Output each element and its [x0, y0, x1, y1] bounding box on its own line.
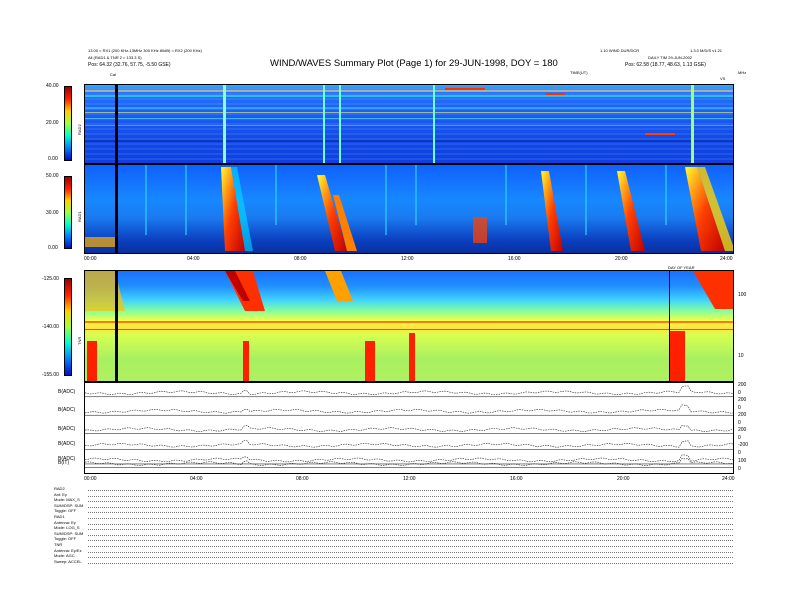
footer-dotted-line — [88, 490, 733, 491]
rad2-colorbar-tick: 0.00 — [48, 156, 58, 162]
footer-dotted-line — [88, 529, 733, 531]
trace-right-tick: 0 — [738, 435, 741, 441]
traces-x-tick: 00:00 — [84, 476, 97, 482]
trace-right-tick: 200 — [738, 382, 747, 388]
trace-line — [85, 404, 733, 414]
vs-label: VS — [720, 76, 726, 81]
footer-dotted-line — [88, 562, 733, 564]
tnr-colorbar-tick: -125.00 — [42, 276, 59, 282]
trace-line — [85, 424, 733, 432]
tnr-colorbar-tick: -140.00 — [42, 324, 59, 330]
trace-label: B(ADC) — [58, 407, 76, 414]
traces-x-tick: 08:00 — [296, 476, 309, 482]
rad1-colorbar-tick: 50.00 — [46, 173, 59, 179]
traces-x-tick: 20:00 — [617, 476, 630, 482]
traces-x-tick: 12:00 — [403, 476, 416, 482]
traces-x-tick: 24:00 — [722, 476, 735, 482]
rad1-x-tick: 16:00 — [508, 256, 521, 262]
trace-right-tick: 200 — [738, 412, 747, 418]
rad1-colorbar — [64, 176, 72, 249]
footer-dotted-line — [88, 512, 733, 514]
footer-dotted-line — [88, 523, 733, 525]
rad1-x-tick: 00:00 — [84, 256, 97, 262]
footer-dotted-line — [88, 506, 733, 508]
rad2-colorbar — [64, 86, 72, 161]
header-info-line2: All (RAD1 & TNR 2 = 133.3 S) — [88, 55, 142, 60]
tnr-label: TNR — [77, 336, 82, 345]
rad2-spectrogram — [84, 84, 734, 164]
header-info-right1: 1.10 WIND DUR/DCR — [600, 48, 640, 53]
page-title: WIND/WAVES Summary Plot (Page 1) for 29-… — [270, 58, 558, 69]
footer-dotted-line — [88, 540, 733, 542]
trace-right-tick: 0 — [738, 450, 741, 456]
traces-x-tick: 04:00 — [190, 476, 203, 482]
trace-right-tick: 100 — [738, 458, 747, 464]
trace-label: B(ADC) — [58, 441, 76, 448]
footer-dotted-line — [88, 518, 733, 519]
rad2-features — [85, 85, 733, 163]
tnr-colorbar-tick: -155.00 — [42, 372, 59, 378]
spacecraft-position-right: Pos: 62.58 (18.77, 48.63, 1.13 GSE) — [625, 62, 706, 68]
cal-label: Cal — [110, 72, 117, 77]
rad1-features — [85, 165, 733, 253]
rad1-spectrogram — [84, 164, 734, 254]
rad1-x-tick: 04:00 — [187, 256, 200, 262]
footer-dotted-line — [88, 495, 733, 497]
rad1-x-tick: 20:00 — [615, 256, 628, 262]
trace-right-tick: -200 — [738, 442, 749, 448]
trace-right-tick: 0 — [738, 466, 741, 472]
traces-x-tick: 16:00 — [510, 476, 523, 482]
rad1-x-tick: 12:00 — [401, 256, 414, 262]
footer-dotted-line — [88, 551, 733, 553]
rad1-colorbar-tick: 30.00 — [46, 210, 59, 216]
footer-dotted-line — [88, 534, 733, 536]
tnr-right-tick: 10 — [738, 353, 744, 359]
trace-right-tick: 0 — [738, 390, 741, 396]
rad1-x-tick: 24:00 — [720, 256, 733, 262]
tnr-right-tick: 100 — [738, 292, 747, 298]
header-daily: DAILY TIM 29-JUN-2002 — [648, 55, 693, 60]
trace-right-tick: 0 — [738, 420, 741, 426]
tnr-colorbar — [64, 278, 72, 376]
trace-right-tick: 0 — [738, 405, 741, 411]
trace-line — [85, 454, 733, 463]
time-axis-mark: TIME(UT) — [570, 70, 588, 75]
trace-label: B(ADC) — [58, 425, 76, 432]
spacecraft-position-left: Pos: 64.32 (32.76, 57.75, -5.50 GSE) — [88, 62, 171, 68]
trace-label: B(IT) — [58, 459, 70, 466]
header-info-line1: 13.00 = RX1 (200 KHz-13MHz 300 KHz 80dB)… — [88, 48, 202, 53]
rad1-colorbar-tick: 0.00 — [48, 245, 58, 251]
traces-svg — [85, 385, 733, 468]
trace-line — [85, 439, 733, 448]
rad1-x-tick: 08:00 — [294, 256, 307, 262]
rad2-label: RAD2 — [77, 124, 82, 135]
trace-right-tick: 200 — [738, 397, 747, 403]
footer-dotted-line — [88, 546, 733, 547]
trace-line — [85, 385, 733, 396]
rad1-label: RAD1 — [77, 211, 82, 222]
trace-label: B(ADC) — [58, 388, 76, 395]
housekeeping-traces — [84, 382, 734, 474]
footer-dotted-line — [88, 501, 733, 503]
tnr-features — [85, 271, 733, 381]
footer-dotted-line — [88, 557, 733, 559]
trace-right-tick: 200 — [738, 427, 747, 433]
mhz-label: MHz — [738, 70, 747, 75]
rad2-colorbar-tick: 40.00 — [46, 83, 59, 89]
header-version: 1.3.0 M/D/S v1.21 — [690, 48, 723, 53]
tnr-spectrogram — [84, 270, 734, 382]
rad2-colorbar-tick: 20.00 — [46, 120, 59, 126]
